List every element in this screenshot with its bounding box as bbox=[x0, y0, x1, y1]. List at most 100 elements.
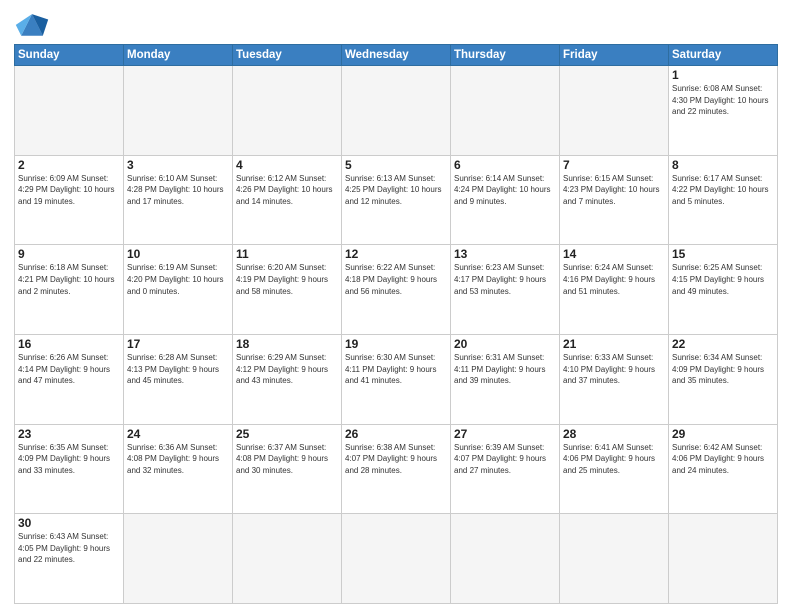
day-cell: 15Sunrise: 6:25 AM Sunset: 4:15 PM Dayli… bbox=[669, 245, 778, 335]
day-info: Sunrise: 6:12 AM Sunset: 4:26 PM Dayligh… bbox=[236, 173, 338, 208]
day-number: 14 bbox=[563, 247, 665, 261]
week-row-3: 16Sunrise: 6:26 AM Sunset: 4:14 PM Dayli… bbox=[15, 334, 778, 424]
weekday-header-monday: Monday bbox=[124, 45, 233, 66]
day-number: 27 bbox=[454, 427, 556, 441]
day-number: 18 bbox=[236, 337, 338, 351]
day-number: 28 bbox=[563, 427, 665, 441]
day-cell bbox=[124, 514, 233, 604]
day-info: Sunrise: 6:17 AM Sunset: 4:22 PM Dayligh… bbox=[672, 173, 774, 208]
day-cell: 9Sunrise: 6:18 AM Sunset: 4:21 PM Daylig… bbox=[15, 245, 124, 335]
day-cell bbox=[560, 66, 669, 156]
day-info: Sunrise: 6:18 AM Sunset: 4:21 PM Dayligh… bbox=[18, 262, 120, 297]
day-cell: 13Sunrise: 6:23 AM Sunset: 4:17 PM Dayli… bbox=[451, 245, 560, 335]
day-cell: 16Sunrise: 6:26 AM Sunset: 4:14 PM Dayli… bbox=[15, 334, 124, 424]
day-cell: 25Sunrise: 6:37 AM Sunset: 4:08 PM Dayli… bbox=[233, 424, 342, 514]
day-info: Sunrise: 6:41 AM Sunset: 4:06 PM Dayligh… bbox=[563, 442, 665, 477]
day-info: Sunrise: 6:34 AM Sunset: 4:09 PM Dayligh… bbox=[672, 352, 774, 387]
day-number: 8 bbox=[672, 158, 774, 172]
weekday-header-row: SundayMondayTuesdayWednesdayThursdayFrid… bbox=[15, 45, 778, 66]
day-cell: 27Sunrise: 6:39 AM Sunset: 4:07 PM Dayli… bbox=[451, 424, 560, 514]
day-cell bbox=[669, 514, 778, 604]
day-cell: 5Sunrise: 6:13 AM Sunset: 4:25 PM Daylig… bbox=[342, 155, 451, 245]
day-info: Sunrise: 6:31 AM Sunset: 4:11 PM Dayligh… bbox=[454, 352, 556, 387]
day-number: 24 bbox=[127, 427, 229, 441]
week-row-5: 30Sunrise: 6:43 AM Sunset: 4:05 PM Dayli… bbox=[15, 514, 778, 604]
day-number: 23 bbox=[18, 427, 120, 441]
day-cell: 2Sunrise: 6:09 AM Sunset: 4:29 PM Daylig… bbox=[15, 155, 124, 245]
weekday-header-sunday: Sunday bbox=[15, 45, 124, 66]
day-cell: 7Sunrise: 6:15 AM Sunset: 4:23 PM Daylig… bbox=[560, 155, 669, 245]
day-cell bbox=[233, 66, 342, 156]
day-info: Sunrise: 6:25 AM Sunset: 4:15 PM Dayligh… bbox=[672, 262, 774, 297]
day-number: 7 bbox=[563, 158, 665, 172]
day-number: 20 bbox=[454, 337, 556, 351]
weekday-header-friday: Friday bbox=[560, 45, 669, 66]
day-info: Sunrise: 6:35 AM Sunset: 4:09 PM Dayligh… bbox=[18, 442, 120, 477]
day-cell bbox=[15, 66, 124, 156]
day-info: Sunrise: 6:13 AM Sunset: 4:25 PM Dayligh… bbox=[345, 173, 447, 208]
day-cell bbox=[233, 514, 342, 604]
week-row-4: 23Sunrise: 6:35 AM Sunset: 4:09 PM Dayli… bbox=[15, 424, 778, 514]
week-row-1: 2Sunrise: 6:09 AM Sunset: 4:29 PM Daylig… bbox=[15, 155, 778, 245]
day-info: Sunrise: 6:15 AM Sunset: 4:23 PM Dayligh… bbox=[563, 173, 665, 208]
day-number: 12 bbox=[345, 247, 447, 261]
day-cell: 17Sunrise: 6:28 AM Sunset: 4:13 PM Dayli… bbox=[124, 334, 233, 424]
day-cell bbox=[560, 514, 669, 604]
day-cell bbox=[451, 66, 560, 156]
day-info: Sunrise: 6:19 AM Sunset: 4:20 PM Dayligh… bbox=[127, 262, 229, 297]
day-number: 30 bbox=[18, 516, 120, 530]
day-number: 13 bbox=[454, 247, 556, 261]
day-info: Sunrise: 6:26 AM Sunset: 4:14 PM Dayligh… bbox=[18, 352, 120, 387]
day-number: 22 bbox=[672, 337, 774, 351]
page: SundayMondayTuesdayWednesdayThursdayFrid… bbox=[0, 0, 792, 612]
day-cell: 11Sunrise: 6:20 AM Sunset: 4:19 PM Dayli… bbox=[233, 245, 342, 335]
day-cell bbox=[124, 66, 233, 156]
day-number: 2 bbox=[18, 158, 120, 172]
day-cell: 19Sunrise: 6:30 AM Sunset: 4:11 PM Dayli… bbox=[342, 334, 451, 424]
day-info: Sunrise: 6:33 AM Sunset: 4:10 PM Dayligh… bbox=[563, 352, 665, 387]
day-info: Sunrise: 6:36 AM Sunset: 4:08 PM Dayligh… bbox=[127, 442, 229, 477]
day-number: 17 bbox=[127, 337, 229, 351]
day-info: Sunrise: 6:30 AM Sunset: 4:11 PM Dayligh… bbox=[345, 352, 447, 387]
day-cell: 23Sunrise: 6:35 AM Sunset: 4:09 PM Dayli… bbox=[15, 424, 124, 514]
day-cell: 10Sunrise: 6:19 AM Sunset: 4:20 PM Dayli… bbox=[124, 245, 233, 335]
day-info: Sunrise: 6:28 AM Sunset: 4:13 PM Dayligh… bbox=[127, 352, 229, 387]
day-cell: 18Sunrise: 6:29 AM Sunset: 4:12 PM Dayli… bbox=[233, 334, 342, 424]
day-cell: 30Sunrise: 6:43 AM Sunset: 4:05 PM Dayli… bbox=[15, 514, 124, 604]
day-info: Sunrise: 6:37 AM Sunset: 4:08 PM Dayligh… bbox=[236, 442, 338, 477]
day-number: 29 bbox=[672, 427, 774, 441]
day-number: 9 bbox=[18, 247, 120, 261]
day-number: 1 bbox=[672, 68, 774, 82]
day-info: Sunrise: 6:23 AM Sunset: 4:17 PM Dayligh… bbox=[454, 262, 556, 297]
day-cell: 22Sunrise: 6:34 AM Sunset: 4:09 PM Dayli… bbox=[669, 334, 778, 424]
day-cell bbox=[342, 66, 451, 156]
week-row-0: 1Sunrise: 6:08 AM Sunset: 4:30 PM Daylig… bbox=[15, 66, 778, 156]
day-info: Sunrise: 6:20 AM Sunset: 4:19 PM Dayligh… bbox=[236, 262, 338, 297]
day-info: Sunrise: 6:24 AM Sunset: 4:16 PM Dayligh… bbox=[563, 262, 665, 297]
day-cell: 6Sunrise: 6:14 AM Sunset: 4:24 PM Daylig… bbox=[451, 155, 560, 245]
day-info: Sunrise: 6:29 AM Sunset: 4:12 PM Dayligh… bbox=[236, 352, 338, 387]
calendar-table: SundayMondayTuesdayWednesdayThursdayFrid… bbox=[14, 44, 778, 604]
day-info: Sunrise: 6:09 AM Sunset: 4:29 PM Dayligh… bbox=[18, 173, 120, 208]
day-info: Sunrise: 6:38 AM Sunset: 4:07 PM Dayligh… bbox=[345, 442, 447, 477]
day-info: Sunrise: 6:43 AM Sunset: 4:05 PM Dayligh… bbox=[18, 531, 120, 566]
weekday-header-tuesday: Tuesday bbox=[233, 45, 342, 66]
day-number: 16 bbox=[18, 337, 120, 351]
day-number: 3 bbox=[127, 158, 229, 172]
day-cell: 12Sunrise: 6:22 AM Sunset: 4:18 PM Dayli… bbox=[342, 245, 451, 335]
logo-icon bbox=[14, 10, 50, 38]
day-number: 21 bbox=[563, 337, 665, 351]
day-cell: 20Sunrise: 6:31 AM Sunset: 4:11 PM Dayli… bbox=[451, 334, 560, 424]
day-cell: 24Sunrise: 6:36 AM Sunset: 4:08 PM Dayli… bbox=[124, 424, 233, 514]
weekday-header-saturday: Saturday bbox=[669, 45, 778, 66]
day-number: 19 bbox=[345, 337, 447, 351]
day-cell: 1Sunrise: 6:08 AM Sunset: 4:30 PM Daylig… bbox=[669, 66, 778, 156]
day-cell: 29Sunrise: 6:42 AM Sunset: 4:06 PM Dayli… bbox=[669, 424, 778, 514]
header bbox=[14, 10, 778, 38]
logo bbox=[14, 10, 54, 38]
weekday-header-thursday: Thursday bbox=[451, 45, 560, 66]
day-info: Sunrise: 6:39 AM Sunset: 4:07 PM Dayligh… bbox=[454, 442, 556, 477]
day-cell: 4Sunrise: 6:12 AM Sunset: 4:26 PM Daylig… bbox=[233, 155, 342, 245]
day-number: 5 bbox=[345, 158, 447, 172]
week-row-2: 9Sunrise: 6:18 AM Sunset: 4:21 PM Daylig… bbox=[15, 245, 778, 335]
